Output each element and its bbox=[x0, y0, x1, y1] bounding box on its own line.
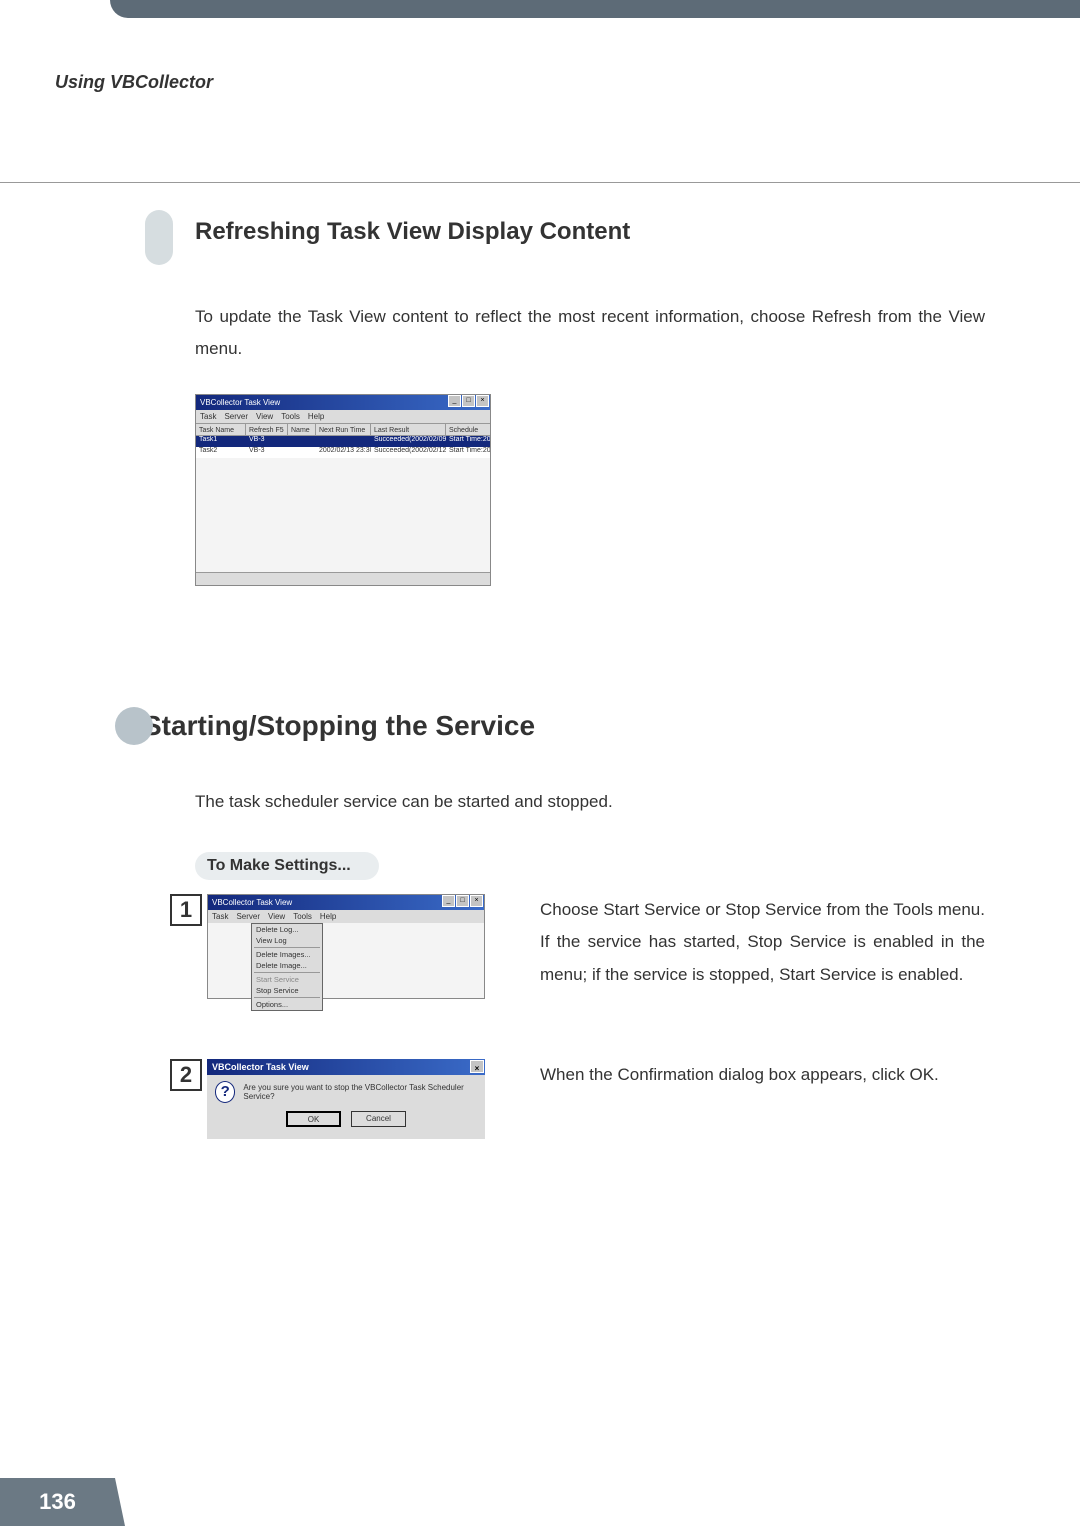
menubar: Task Server View Tools Help bbox=[208, 910, 484, 923]
col-last-result[interactable]: Last Result bbox=[371, 424, 446, 435]
menu-help[interactable]: Help bbox=[320, 912, 336, 921]
col-name[interactable]: Name bbox=[288, 424, 316, 435]
close-icon[interactable]: × bbox=[470, 1060, 484, 1073]
maximize-icon[interactable]: □ bbox=[456, 895, 469, 907]
screenshot-tools-menu: VBCollector Task View _ □ × Task Server … bbox=[207, 894, 485, 999]
minimize-icon[interactable]: _ bbox=[442, 895, 455, 907]
window-title: VBCollector Task View bbox=[212, 895, 292, 910]
top-bar bbox=[110, 0, 1080, 18]
screenshot-task-view: VBCollector Task View _ □ × Task Server … bbox=[195, 394, 491, 586]
menu-server[interactable]: Server bbox=[236, 912, 260, 921]
step-number: 2 bbox=[170, 1059, 202, 1091]
col-next-run[interactable]: Next Run Time bbox=[316, 424, 371, 435]
table-rows: Task1 VB-3 Succeeded(2002/02/09 11:29) S… bbox=[196, 436, 490, 458]
dialog-message: Are you sure you want to stop the VBColl… bbox=[243, 1083, 477, 1101]
menubar: Task Server View Tools Help bbox=[196, 410, 490, 423]
menu-task[interactable]: Task bbox=[212, 912, 228, 921]
menu-item[interactable]: Delete Log... bbox=[252, 924, 322, 935]
menu-task[interactable]: Task bbox=[200, 412, 216, 421]
window-titlebar: VBCollector Task View _ □ × bbox=[196, 395, 490, 410]
dialog-titlebar: VBCollector Task View × bbox=[207, 1059, 485, 1075]
menu-item[interactable]: Delete Image... bbox=[252, 960, 322, 971]
menu-tools[interactable]: Tools bbox=[293, 912, 312, 921]
col-refresh[interactable]: Refresh F5 bbox=[246, 424, 288, 435]
menu-item-stop-service[interactable]: Stop Service bbox=[252, 985, 322, 996]
menu-tools[interactable]: Tools bbox=[281, 412, 300, 421]
menu-item[interactable]: Delete Images... bbox=[252, 949, 322, 960]
step-number: 1 bbox=[170, 894, 202, 926]
window-buttons: _ □ × bbox=[442, 895, 484, 910]
menu-view[interactable]: View bbox=[268, 912, 285, 921]
table-row[interactable]: Task1 VB-3 Succeeded(2002/02/09 11:29) S… bbox=[196, 436, 490, 447]
menu-server[interactable]: Server bbox=[224, 412, 248, 421]
subsection-title: Refreshing Task View Display Content bbox=[195, 210, 985, 246]
section-marker bbox=[115, 707, 153, 745]
divider bbox=[0, 182, 1080, 183]
menu-view[interactable]: View bbox=[256, 412, 273, 421]
page-header: Using VBCollector bbox=[55, 72, 213, 93]
window-titlebar: VBCollector Task View _ □ × bbox=[208, 895, 484, 910]
menu-item[interactable]: Options... bbox=[252, 999, 322, 1010]
close-icon[interactable]: × bbox=[470, 895, 483, 907]
page-corner bbox=[115, 1478, 125, 1526]
maximize-icon[interactable]: □ bbox=[462, 395, 475, 407]
close-icon[interactable]: × bbox=[476, 395, 489, 407]
confirmation-dialog: VBCollector Task View × ? Are you sure y… bbox=[207, 1059, 485, 1139]
content: Refreshing Task View Display Content To … bbox=[145, 210, 985, 586]
step-text: When the Confirmation dialog box appears… bbox=[540, 1059, 939, 1091]
section-title: Starting/Stopping the Service bbox=[143, 710, 985, 742]
step-text: Choose Start Service or Stop Service fro… bbox=[540, 894, 985, 991]
menu-help[interactable]: Help bbox=[308, 412, 324, 421]
column-headers: Task Name Refresh F5 Name Next Run Time … bbox=[196, 423, 490, 436]
menu-item[interactable]: View Log bbox=[252, 935, 322, 946]
dialog-title-text: VBCollector Task View bbox=[212, 1059, 309, 1075]
separator bbox=[254, 972, 320, 973]
minimize-icon[interactable]: _ bbox=[448, 395, 461, 407]
col-schedule[interactable]: Schedule bbox=[446, 424, 490, 435]
window-buttons: _ □ × bbox=[448, 395, 490, 410]
settings-label: To Make Settings... bbox=[195, 852, 379, 880]
page-number: 136 bbox=[0, 1478, 115, 1526]
tools-dropdown: Delete Log... View Log Delete Images... … bbox=[251, 923, 323, 1011]
step-1: 1 VBCollector Task View _ □ × Task Serve… bbox=[170, 894, 985, 999]
subsection-body: To update the Task View content to refle… bbox=[195, 301, 985, 366]
menu-item-start-service[interactable]: Start Service bbox=[252, 974, 322, 985]
section-body: The task scheduler service can be starte… bbox=[195, 792, 985, 812]
question-icon: ? bbox=[215, 1081, 235, 1103]
ok-button[interactable]: OK bbox=[286, 1111, 341, 1127]
separator bbox=[254, 997, 320, 998]
table-row[interactable]: Task2 VB-3 2002/02/13 23:30 Succeeded(20… bbox=[196, 447, 490, 458]
separator bbox=[254, 947, 320, 948]
section-starting-stopping: Starting/Stopping the Service The task s… bbox=[115, 710, 985, 1139]
cancel-button[interactable]: Cancel bbox=[351, 1111, 406, 1127]
step-2: 2 VBCollector Task View × ? Are you sure… bbox=[170, 1059, 985, 1139]
dialog-body: ? Are you sure you want to stop the VBCo… bbox=[207, 1075, 485, 1109]
window-title: VBCollector Task View bbox=[200, 395, 280, 410]
subsection-marker bbox=[145, 210, 173, 265]
scrollbar[interactable] bbox=[196, 572, 490, 585]
col-task-name[interactable]: Task Name bbox=[196, 424, 246, 435]
dialog-buttons: OK Cancel bbox=[207, 1111, 485, 1127]
